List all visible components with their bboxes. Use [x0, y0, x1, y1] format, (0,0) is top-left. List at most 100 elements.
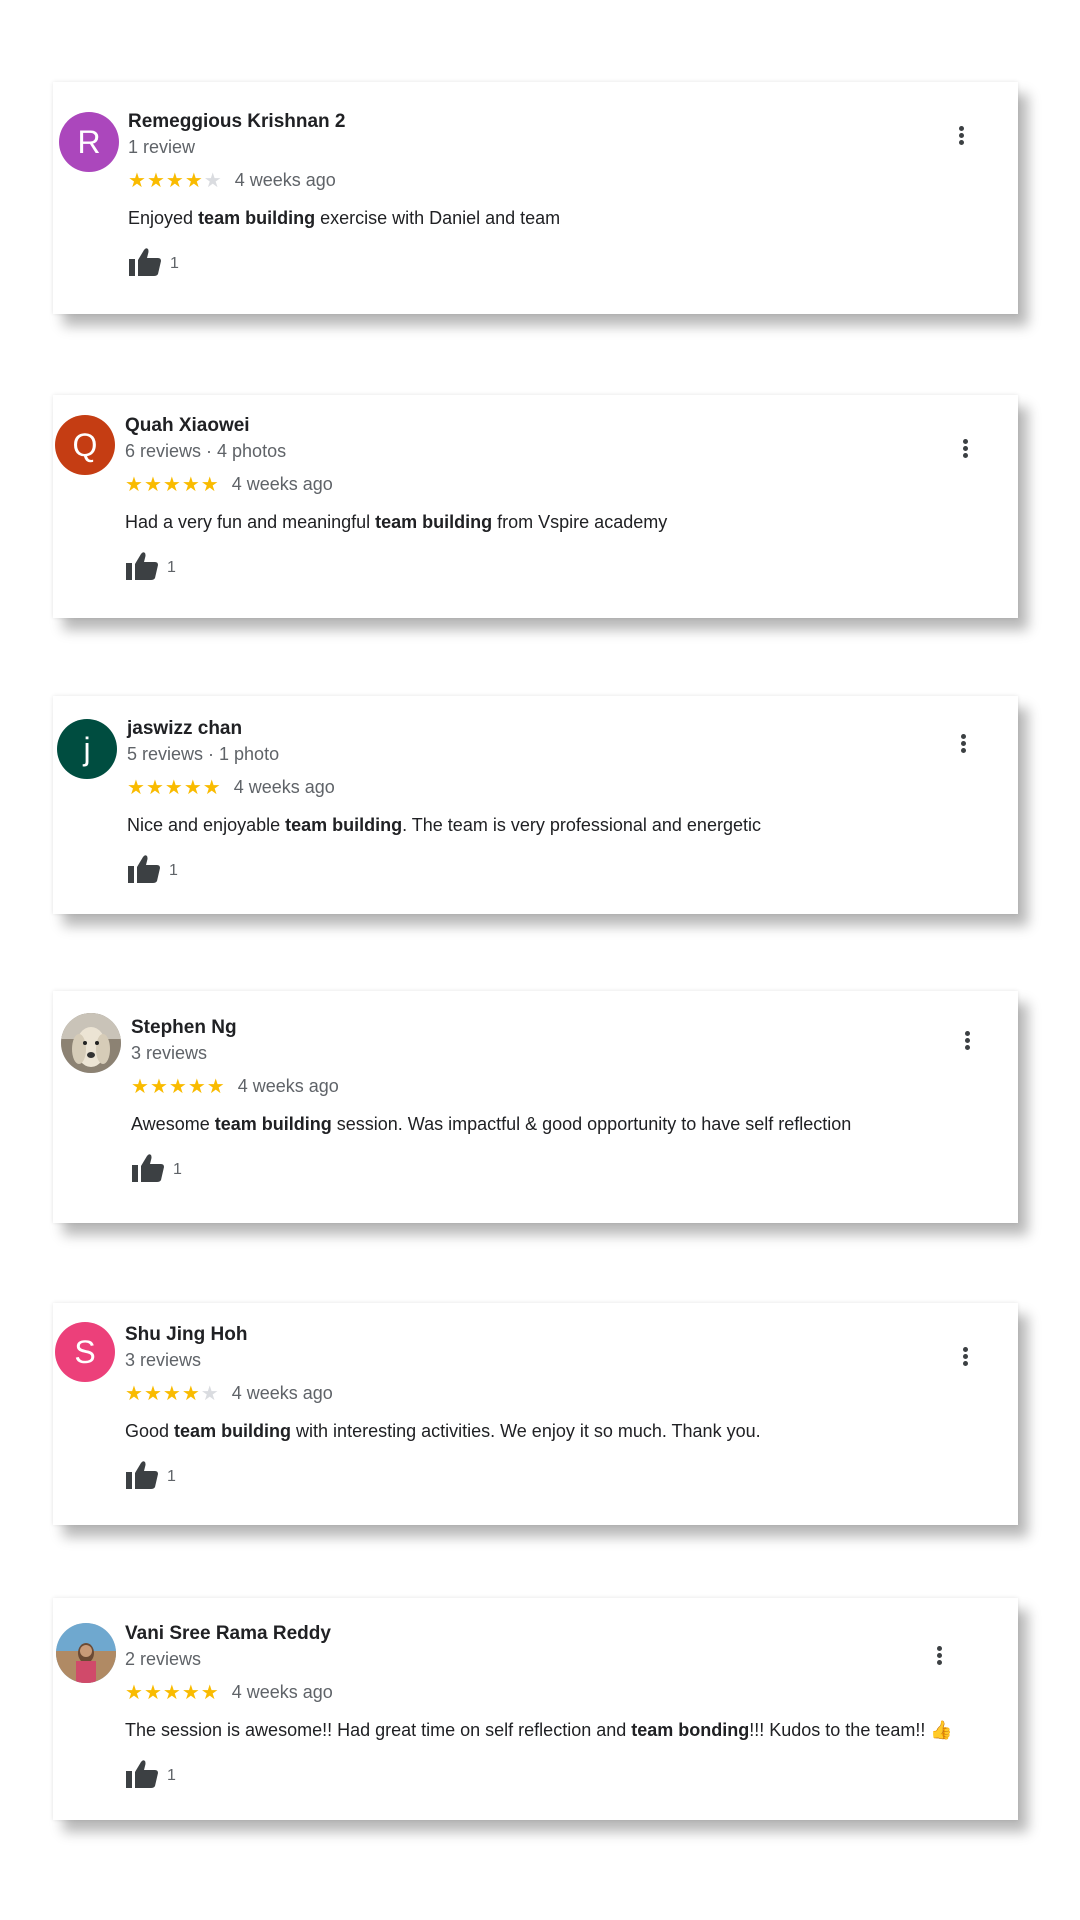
like-row: 1 — [125, 1759, 953, 1794]
review-date: 4 weeks ago — [233, 776, 335, 797]
reviewer-meta: 1 review — [128, 137, 196, 157]
more-vert-icon[interactable] — [955, 124, 967, 150]
avatar[interactable]: j — [57, 719, 117, 779]
star-icon: ★ — [187, 1075, 207, 1098]
star-icon: ★ — [183, 776, 203, 799]
more-vert-icon[interactable] — [933, 1644, 945, 1670]
reviewer-name[interactable]: Remeggious Krishnan 2 — [128, 110, 560, 134]
reviewer-name[interactable]: Shu Jing Hoh — [125, 1323, 761, 1347]
highlight-text: team building — [214, 1114, 332, 1134]
avatar[interactable]: Q — [55, 415, 115, 475]
review-text: Good team building with interesting acti… — [125, 1421, 761, 1441]
reviewer-meta: 3 reviews — [131, 1043, 208, 1063]
review-text: The session is awesome!! Had great time … — [125, 1720, 953, 1740]
avatar[interactable] — [56, 1623, 116, 1683]
more-vert-icon[interactable] — [957, 732, 969, 758]
thumbs-up-icon[interactable] — [125, 1460, 159, 1495]
reviewer-name[interactable]: Vani Sree Rama Reddy — [125, 1622, 953, 1646]
reviewer-meta: 2 reviews — [125, 1649, 202, 1669]
avatar-letter: S — [74, 1334, 96, 1370]
like-row: 1 — [125, 1460, 761, 1495]
star-icon: ★ — [164, 776, 184, 799]
star-icon: ★ — [203, 169, 223, 192]
review-date: 4 weeks ago — [231, 1681, 333, 1702]
reviewer-name[interactable]: Stephen Ng — [131, 1016, 851, 1040]
reviewer-meta: 5 reviews · 1 photo — [127, 744, 280, 764]
like-count: 1 — [167, 1767, 176, 1784]
review-date: 4 weeks ago — [237, 1075, 339, 1096]
review-card: Q Quah Xiaowei 6 reviews · 4 photos ★ ★ ★ ★… — [53, 395, 1018, 618]
star-icon: ★ — [200, 1681, 220, 1704]
star-rating: ★ ★ ★ ★ ★ — [125, 1381, 220, 1406]
star-icon: ★ — [181, 473, 201, 496]
review-date: 4 weeks ago — [234, 169, 336, 190]
avatar-letter: R — [77, 124, 101, 160]
star-icon: ★ — [200, 1382, 220, 1405]
thumbs-up-icon[interactable] — [131, 1153, 165, 1188]
star-icon: ★ — [168, 1075, 188, 1098]
highlight-text: team building — [285, 815, 403, 835]
star-icon: ★ — [143, 1382, 163, 1405]
avatar[interactable] — [61, 1013, 121, 1073]
review-card: Vani Sree Rama Reddy 2 reviews ★ ★ ★ ★ ★ 4 w… — [53, 1598, 1018, 1820]
star-rating: ★ ★ ★ ★ ★ — [127, 775, 222, 800]
review-card: S Shu Jing Hoh 3 reviews ★ ★ ★ ★ ★ 4 weeks a… — [53, 1303, 1018, 1525]
star-icon: ★ — [146, 169, 166, 192]
star-rating: ★ ★ ★ ★ ★ — [128, 168, 223, 193]
reviewer-name[interactable]: Quah Xiaowei — [125, 414, 667, 438]
avatar[interactable]: R — [59, 112, 119, 172]
reviewer-meta: 6 reviews · 4 photos — [125, 441, 287, 461]
like-count: 1 — [167, 1468, 176, 1485]
star-rating: ★ ★ ★ ★ ★ — [125, 472, 220, 497]
review-card: R Remeggious Krishnan 2 1 review ★ ★ ★ ★ ★ 4… — [53, 82, 1018, 314]
star-icon: ★ — [125, 473, 144, 496]
rating-row: ★ ★ ★ ★ ★ 4 weeks ago — [128, 168, 560, 192]
like-row: 1 — [131, 1153, 851, 1188]
more-vert-icon[interactable] — [959, 1345, 971, 1371]
star-icon: ★ — [200, 473, 220, 496]
highlight-text: team building — [174, 1421, 292, 1441]
star-icon: ★ — [127, 776, 146, 799]
like-count: 1 — [170, 255, 179, 272]
avatar-photo — [56, 1623, 116, 1683]
more-vert-icon[interactable] — [959, 437, 971, 463]
like-count: 1 — [167, 559, 176, 576]
reviewer-meta: 3 reviews — [125, 1350, 202, 1370]
star-icon: ★ — [125, 1681, 144, 1704]
star-icon: ★ — [131, 1075, 150, 1098]
review-date: 4 weeks ago — [231, 473, 333, 494]
star-icon: ★ — [162, 1382, 182, 1405]
more-vert-icon[interactable] — [961, 1029, 973, 1055]
star-icon: ★ — [162, 473, 182, 496]
avatar[interactable]: S — [55, 1322, 115, 1382]
thumbs-up-icon[interactable] — [125, 551, 159, 586]
star-rating: ★ ★ ★ ★ ★ — [125, 1680, 220, 1705]
thumbs-up-icon[interactable] — [128, 247, 162, 282]
like-row: 1 — [125, 551, 667, 586]
thumbs-up-icon[interactable] — [125, 1759, 159, 1794]
star-icon: ★ — [184, 169, 204, 192]
reviewer-name[interactable]: jaswizz chan — [127, 717, 761, 741]
rating-row: ★ ★ ★ ★ ★ 4 weeks ago — [125, 1680, 953, 1704]
like-count: 1 — [173, 1161, 182, 1178]
like-count: 1 — [169, 862, 178, 879]
review-text: Enjoyed team building exercise with Dani… — [128, 208, 561, 228]
star-icon: ★ — [143, 1681, 163, 1704]
star-icon: ★ — [181, 1681, 201, 1704]
star-icon: ★ — [162, 1681, 182, 1704]
avatar-photo — [61, 1013, 121, 1073]
star-icon: ★ — [145, 776, 165, 799]
rating-row: ★ ★ ★ ★ ★ 4 weeks ago — [131, 1074, 851, 1098]
avatar-letter: Q — [72, 427, 98, 463]
star-rating: ★ ★ ★ ★ ★ — [131, 1074, 226, 1099]
avatar-letter: j — [83, 731, 91, 767]
star-icon: ★ — [181, 1382, 201, 1405]
like-row: 1 — [127, 854, 761, 889]
highlight-text: team building — [198, 208, 316, 228]
highlight-text: team building — [375, 512, 493, 532]
review-card: j jaswizz chan 5 reviews · 1 photo ★ ★ ★ ★ ★… — [53, 696, 1018, 914]
star-icon: ★ — [206, 1075, 226, 1098]
star-icon: ★ — [202, 776, 222, 799]
thumbs-up-icon[interactable] — [127, 854, 161, 889]
rating-row: ★ ★ ★ ★ ★ 4 weeks ago — [125, 1381, 761, 1405]
